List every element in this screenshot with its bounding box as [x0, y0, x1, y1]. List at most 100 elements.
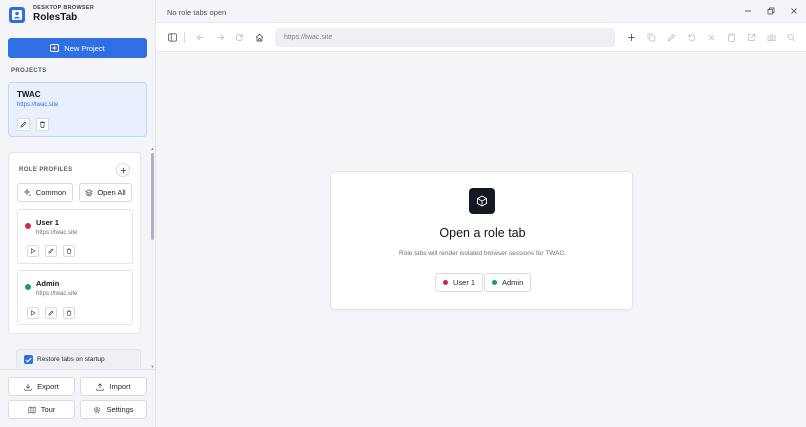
reload-button[interactable] [233, 31, 245, 43]
toggle-sidebar-button[interactable] [166, 31, 178, 43]
new-project-label: New Project [64, 43, 105, 53]
play-icon [30, 248, 36, 254]
tour-button[interactable]: Tour [8, 400, 75, 419]
pencil-icon [48, 248, 54, 254]
sidebar-scrollbar-thumb[interactable] [151, 153, 154, 240]
camera-icon [767, 33, 776, 42]
export-label: Export [37, 382, 59, 391]
toolbar-divider [184, 32, 185, 43]
trash-icon [39, 121, 46, 128]
edit-role-button[interactable] [45, 245, 57, 257]
pencil-icon [48, 310, 54, 316]
role-color-dot [492, 280, 497, 285]
role-name: User 1 [36, 218, 59, 227]
plus-icon [120, 167, 127, 174]
download-icon [24, 383, 32, 391]
copy-icon [647, 33, 656, 42]
clipboard-button[interactable] [725, 31, 737, 43]
search-icon [787, 33, 796, 42]
refresh-icon [235, 33, 244, 42]
open-all-button[interactable]: Open All [79, 183, 132, 202]
minimize-icon [744, 7, 752, 15]
chip-label: User 1 [453, 278, 476, 287]
upload-icon [96, 382, 104, 391]
pencil-icon [667, 33, 676, 42]
browser-cube-icon [469, 188, 495, 214]
common-button[interactable]: Common [17, 183, 73, 202]
new-project-button[interactable]: New Project [8, 38, 147, 58]
project-card-twac[interactable]: TWAC https://twac.site [8, 82, 147, 137]
trash-icon [66, 310, 72, 316]
home-icon [255, 33, 264, 42]
brand-title: RolesTab [33, 12, 78, 23]
new-project-icon [50, 44, 60, 52]
address-bar[interactable]: https://twac.site [275, 28, 615, 47]
launch-role-button[interactable] [27, 307, 39, 319]
restore-tabs-label: Restore tabs on startup [37, 356, 105, 363]
minimize-button[interactable] [742, 5, 754, 17]
common-label: Common [35, 188, 67, 197]
map-icon [28, 405, 36, 414]
empty-state-title: Open a role tab [439, 226, 526, 240]
import-label: Import [109, 382, 131, 391]
edit-tab-button[interactable] [665, 31, 677, 43]
edit-role-button[interactable] [45, 307, 57, 319]
empty-state-subtitle: Role tabs will render isolated browser s… [399, 250, 566, 257]
launch-role-button[interactable] [27, 245, 39, 257]
open-admin-chip[interactable]: Admin [484, 273, 532, 292]
settings-button[interactable]: Settings [80, 400, 147, 419]
back-button[interactable] [194, 31, 206, 43]
import-button[interactable]: Import [80, 377, 147, 396]
open-all-label: Open All [97, 188, 126, 197]
sparkle-icon [23, 188, 32, 197]
close-icon [790, 7, 798, 15]
duplicate-tab-button[interactable] [645, 31, 657, 43]
browser-toolbar: https://twac.site [156, 23, 806, 52]
close-tab-button[interactable] [705, 31, 717, 43]
chip-label: Admin [502, 278, 524, 287]
brand-subtitle: DESKTOP BROWSER [33, 5, 95, 11]
role-color-dot [443, 280, 448, 285]
role-card-admin[interactable]: Admin https://twac.site [17, 270, 133, 325]
delete-project-button[interactable] [36, 118, 49, 131]
window-title: No role tabs open [167, 8, 227, 17]
restore-tabs-checkbox[interactable] [24, 355, 33, 364]
restore-tabs-option[interactable]: Restore tabs on startup [16, 349, 141, 369]
footer-divider [0, 369, 155, 370]
settings-label: Settings [106, 405, 134, 414]
delete-role-button[interactable] [63, 245, 75, 257]
trash-icon [66, 248, 72, 254]
open-external-button[interactable] [745, 31, 757, 43]
delete-role-button[interactable] [63, 307, 75, 319]
undo-icon [687, 33, 696, 42]
new-tab-button[interactable] [625, 31, 637, 43]
tour-label: Tour [40, 405, 56, 414]
open-user-1-chip[interactable]: User 1 [435, 273, 484, 292]
search-button[interactable] [785, 31, 797, 43]
play-icon [30, 310, 36, 316]
pencil-icon [20, 121, 27, 128]
scroll-up-arrow[interactable]: ▲ [150, 147, 155, 151]
add-role-button[interactable] [116, 163, 130, 177]
clipboard-icon [727, 33, 736, 42]
project-url: https://twac.site [17, 102, 59, 108]
arrow-right-icon [216, 33, 225, 42]
screenshot-button[interactable] [765, 31, 777, 43]
role-profiles-panel: ROLE PROFILES Common Open All User 1 htt… [8, 152, 141, 334]
title-bar: No role tabs open [156, 0, 806, 23]
close-window-button[interactable] [788, 5, 800, 17]
forward-button[interactable] [214, 31, 226, 43]
role-color-dot [25, 284, 31, 290]
rolestab-logo-icon [9, 6, 25, 23]
restore-window-icon [767, 7, 775, 15]
role-url: https://twac.site [36, 230, 78, 236]
home-button[interactable] [253, 31, 265, 43]
undo-button[interactable] [685, 31, 697, 43]
empty-state-card: Open a role tab Role tabs will render is… [330, 171, 633, 310]
restore-window-button[interactable] [765, 5, 777, 17]
edit-project-button[interactable] [17, 118, 30, 131]
role-card-user-1[interactable]: User 1 https://twac.site [17, 209, 133, 264]
check-icon [25, 357, 32, 363]
export-button[interactable]: Export [8, 377, 75, 396]
close-icon [707, 33, 716, 42]
